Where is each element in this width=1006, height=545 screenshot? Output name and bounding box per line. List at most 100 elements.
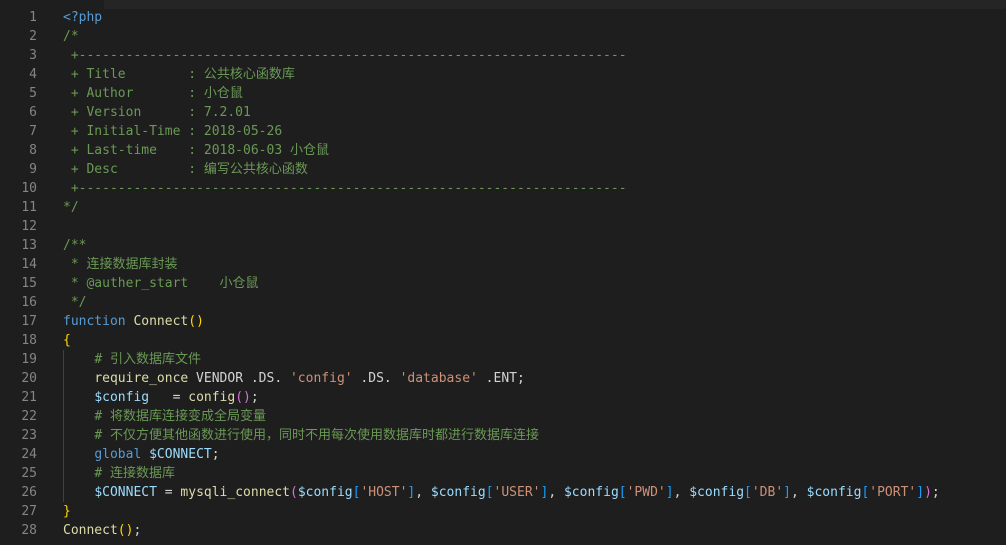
code-token-comment: * 连接数据库封装 [63, 257, 178, 272]
line-number: 3 [29, 48, 37, 63]
line-number: 18 [21, 333, 37, 348]
line-number: 6 [29, 105, 37, 120]
code-token-comment: + Last-time : 2018-06-03 小仓鼠 [63, 143, 329, 158]
code-token-comment: + Desc : 编写公共核心函数 [63, 162, 308, 177]
code-line: # 引入数据库文件 [63, 350, 1006, 369]
code-token-paren2: ( [290, 485, 298, 500]
code-line: + Desc : 编写公共核心函数 [63, 160, 1006, 179]
line-number: 5 [29, 86, 37, 101]
line-number: 22 [21, 409, 37, 424]
code-token-plain: .DS. [352, 371, 400, 386]
code-token-bracket: [ [618, 485, 627, 500]
line-number: 27 [21, 504, 37, 519]
code-line: <?php [63, 8, 1006, 27]
code-token-plain: , [548, 485, 564, 500]
code-token-comment: */ [63, 295, 87, 310]
code-token-string: 'USER' [493, 485, 541, 500]
code-line: require_once VENDOR .DS. 'config' .DS. '… [63, 369, 1006, 388]
code-token-comment: # 不仅方便其他函数进行使用，同时不用每次使用数据库时都进行数据库连接 [94, 428, 539, 443]
code-token-keyword: function [63, 314, 126, 329]
code-token-comment: /** [63, 238, 87, 253]
line-number: 21 [21, 390, 37, 405]
code-token-string: 'HOST' [360, 485, 408, 500]
code-token-plain: = [156, 485, 181, 500]
line-number: 16 [21, 295, 37, 310]
code-token-string: 'config' [289, 371, 353, 386]
code-token-bracket: ] [916, 485, 925, 500]
code-token-comment: # 连接数据库 [94, 466, 175, 481]
code-editor[interactable]: 1 2 3 4 5 6 7 8 9 10 11 12 13 14 15 16 17 18 19 20 21 22 23 24 2… [0, 0, 1006, 545]
line-number: 12 [21, 219, 37, 234]
code-line: # 将数据库连接变成全局变量 [63, 407, 1006, 426]
code-line: + Title : 公共核心函数库 [63, 65, 1006, 84]
code-token-bracket: ] [783, 485, 791, 500]
line-number: 8 [29, 143, 37, 158]
code-token-var: $config [806, 485, 862, 500]
code-token-paren2: () [235, 390, 251, 405]
line-number: 1 [29, 10, 37, 25]
code-token-comment: + Author : 小仓鼠 [63, 86, 243, 101]
code-token-comment: +---------------------------------------… [63, 48, 627, 63]
code-token-comment: # 将数据库连接变成全局变量 [94, 409, 266, 424]
code-token-comment: + Title : 公共核心函数库 [63, 67, 295, 82]
code-token-plain: , [673, 485, 690, 500]
code-token-paren2: ) [924, 485, 932, 500]
code-line: global $CONNECT; [63, 445, 1006, 464]
code-line: # 连接数据库 [63, 464, 1006, 483]
code-token-comment: * @auther_start 小仓鼠 [63, 276, 259, 291]
code-token-keyword: global [94, 447, 142, 462]
code-token-string: 'PORT' [869, 485, 917, 500]
code-token-var: $config [430, 485, 486, 500]
line-number: 17 [21, 314, 37, 329]
line-number: 15 [21, 276, 37, 291]
code-line: # 不仅方便其他函数进行使用，同时不用每次使用数据库时都进行数据库连接 [63, 426, 1006, 445]
code-line: $config = config(); [63, 388, 1006, 407]
line-number: 7 [29, 124, 37, 139]
code-line: /* [63, 27, 1006, 46]
code-token-plain: ; [133, 523, 142, 538]
code-area[interactable]: <?php /* +-------------------------------… [63, 0, 1006, 545]
code-token-paren: () [117, 523, 134, 538]
code-line: * @auther_start 小仓鼠 [63, 274, 1006, 293]
code-token-tag: <?php [63, 10, 103, 25]
code-token-var: $config [297, 485, 353, 500]
code-token-comment: + Initial-Time : 2018-05-26 [63, 124, 283, 139]
code-line: } [63, 502, 1006, 521]
line-number: 24 [21, 447, 37, 462]
code-token-plain: = [149, 390, 189, 405]
code-token-comment: /* [63, 29, 79, 44]
code-line: { [63, 331, 1006, 350]
code-token-var: $config [563, 485, 619, 500]
code-token-func: Connect [133, 314, 189, 329]
code-token-func: mysqli_connect [180, 485, 290, 500]
code-line: +---------------------------------------… [63, 46, 1006, 65]
line-number: 13 [21, 238, 37, 253]
line-number: 10 [21, 181, 37, 196]
code-token-string: 'PWD' [626, 485, 666, 500]
code-token-brace: { [63, 333, 71, 348]
code-line: $CONNECT = mysqli_connect($config['HOST'… [63, 483, 1006, 502]
line-number: 20 [21, 371, 37, 386]
code-token-plain: ; [931, 485, 940, 500]
code-line: */ [63, 198, 1006, 217]
line-number: 23 [21, 428, 37, 443]
code-token-plain: VENDOR .DS. [188, 371, 290, 386]
line-number-gutter: 1 2 3 4 5 6 7 8 9 10 11 12 13 14 15 16 17 18 19 20 21 22 23 24 2… [0, 0, 55, 545]
code-line: Connect(); [63, 521, 1006, 540]
code-token-comment: # 引入数据库文件 [94, 352, 201, 367]
code-token-var: $CONNECT [94, 485, 157, 500]
code-token-comment: +---------------------------------------… [63, 181, 627, 196]
code-token-func: config [188, 390, 236, 405]
code-line: */ [63, 293, 1006, 312]
line-number: 11 [21, 200, 37, 215]
code-token-brace: } [63, 504, 71, 519]
code-line: + Last-time : 2018-06-03 小仓鼠 [63, 141, 1006, 160]
code-line: /** [63, 236, 1006, 255]
